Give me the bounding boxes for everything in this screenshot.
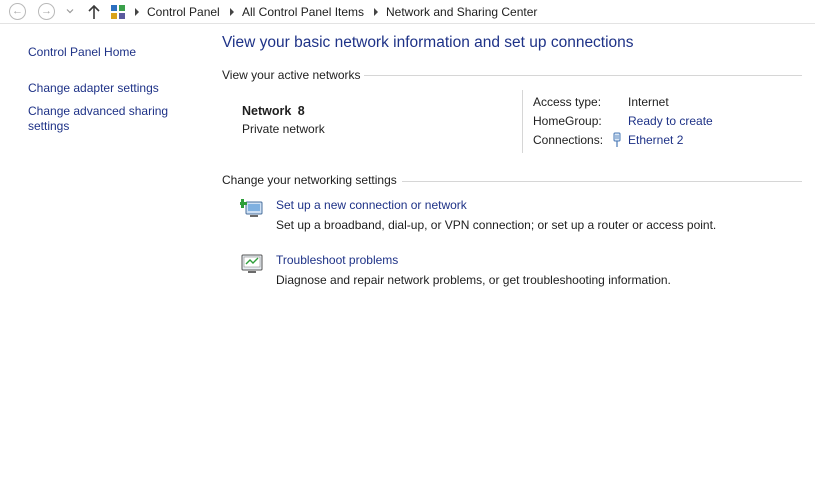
- sidebar-item-label[interactable]: Change advanced sharing: [28, 104, 168, 119]
- network-name: Network 8: [242, 104, 305, 118]
- section-divider: [364, 75, 802, 76]
- troubleshoot-icon: [241, 254, 263, 273]
- connections-label: Connections:: [533, 133, 604, 147]
- access-type-value: Internet: [628, 95, 669, 109]
- page-title: View your basic network information and …: [222, 34, 634, 51]
- vertical-divider: [522, 90, 523, 153]
- new-connection-icon: [240, 199, 263, 217]
- setup-connection-link[interactable]: Set up a new connection or network: [276, 198, 467, 212]
- connection-link-ethernet[interactable]: Ethernet 2: [628, 133, 683, 147]
- recent-pages-chevron-icon[interactable]: [66, 7, 74, 15]
- address-bar: ← → Control Panel All Control Panel Item…: [0, 0, 815, 24]
- homegroup-link[interactable]: Ready to create: [628, 114, 713, 128]
- sidebar-item-change-adapter-settings[interactable]: Change adapter settings: [28, 81, 159, 96]
- control-panel-icon: [111, 5, 125, 19]
- forward-arrow-icon[interactable]: →: [38, 3, 55, 20]
- sidebar-item-label[interactable]: settings: [28, 119, 69, 134]
- setup-connection-description: Set up a broadband, dial-up, or VPN conn…: [276, 218, 717, 232]
- breadcrumb-all-items[interactable]: All Control Panel Items: [242, 5, 364, 19]
- network-type[interactable]: Private network: [242, 122, 325, 136]
- breadcrumb-network-sharing-center[interactable]: Network and Sharing Center: [386, 5, 537, 19]
- section-divider: [402, 181, 802, 182]
- breadcrumb-separator-icon[interactable]: [134, 8, 140, 16]
- sidebar-item-control-panel-home[interactable]: Control Panel Home: [28, 45, 136, 60]
- troubleshoot-description: Diagnose and repair network problems, or…: [276, 273, 671, 287]
- settings-heading: Change your networking settings: [222, 173, 397, 187]
- breadcrumb-control-panel[interactable]: Control Panel: [147, 5, 220, 19]
- troubleshoot-link[interactable]: Troubleshoot problems: [276, 253, 398, 267]
- breadcrumb-separator-icon[interactable]: [229, 8, 235, 16]
- back-arrow-icon[interactable]: ←: [9, 3, 26, 20]
- breadcrumb-separator-icon[interactable]: [373, 8, 379, 16]
- access-type-label: Access type:: [533, 95, 602, 109]
- active-networks-heading: View your active networks: [222, 68, 361, 82]
- ethernet-icon: [613, 132, 621, 147]
- homegroup-label: HomeGroup:: [533, 114, 602, 128]
- up-arrow-icon[interactable]: [86, 3, 102, 21]
